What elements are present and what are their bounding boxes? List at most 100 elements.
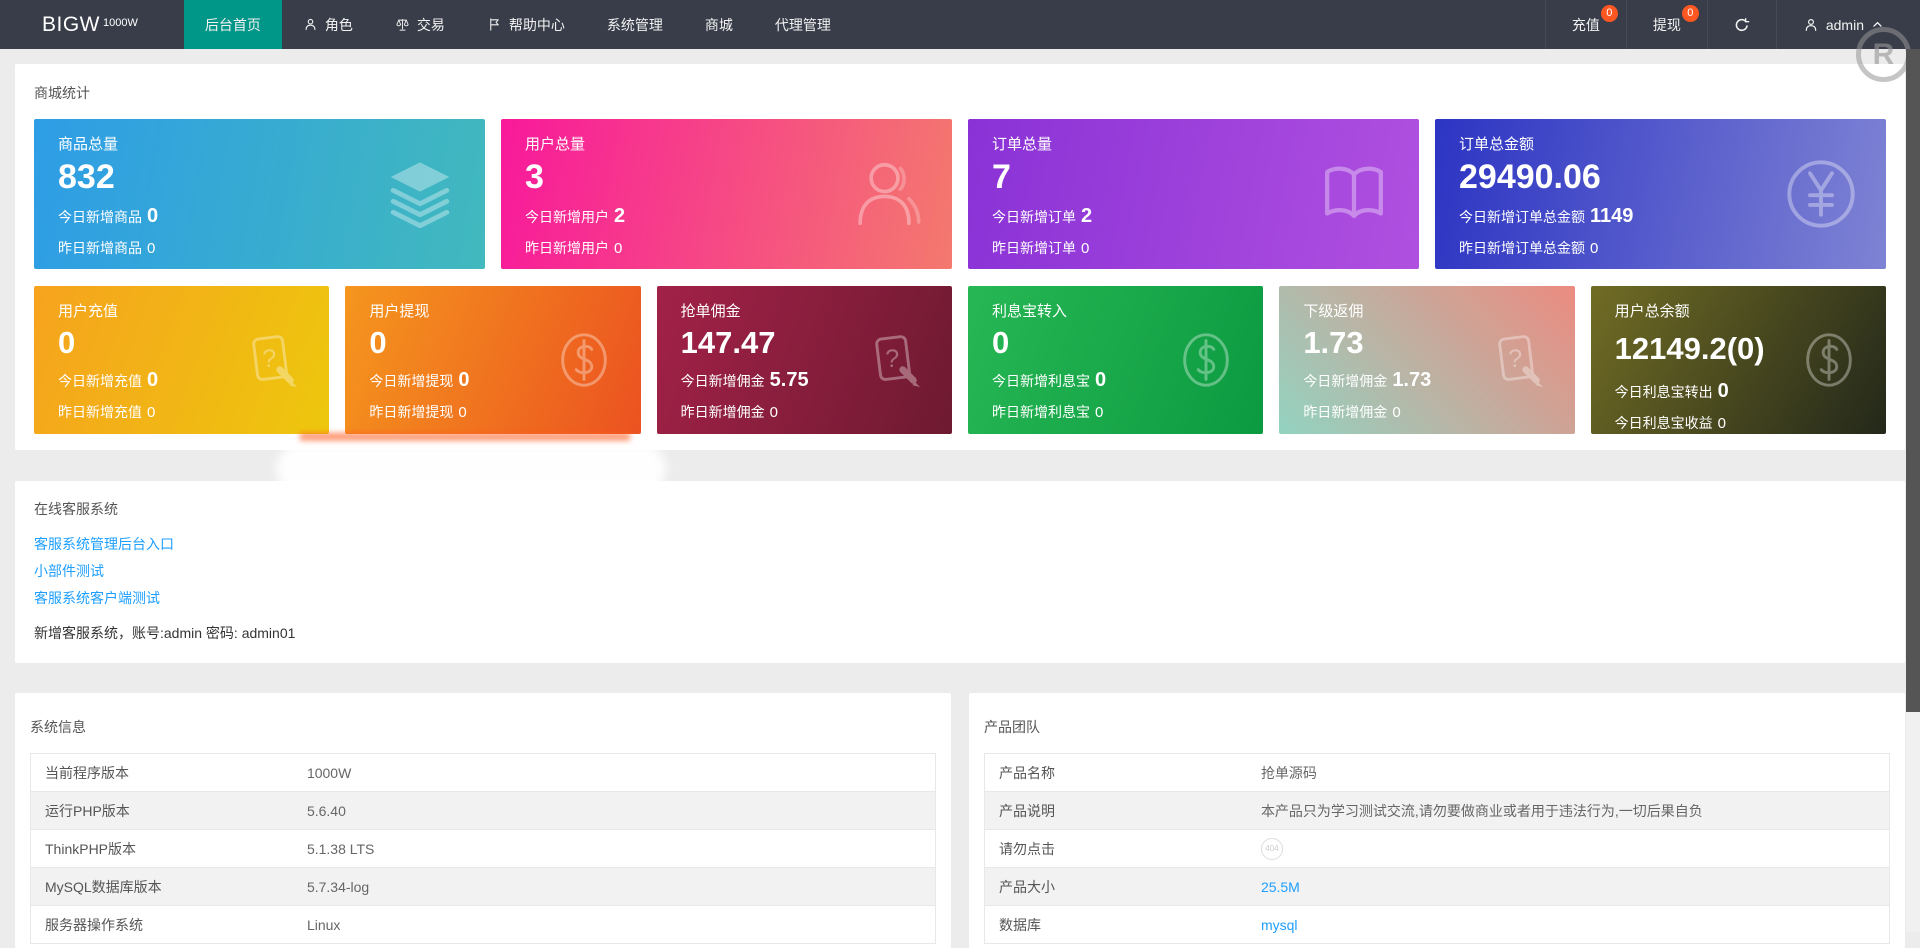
stat-card-title: 抢单佣金: [680, 303, 741, 320]
flag-icon: [487, 17, 502, 32]
stat-card-title: 利息宝转入: [991, 303, 1067, 320]
row-value: 1000W: [292, 753, 936, 792]
stat-card[interactable]: 利息宝转入 0 今日新增利息宝 0 昨日新增利息宝 0: [967, 286, 1264, 434]
stat-card-value: 832: [58, 158, 115, 196]
table-row: MySQL数据库版本 5.7.34-log: [30, 867, 936, 906]
stat-card-today: 今日新增订单总金额 1149: [1459, 204, 1634, 227]
app-logo[interactable]: BIGW 1000W: [0, 0, 184, 49]
stat-card-title: 用户提现: [369, 303, 430, 320]
table-row: 服务器操作系统 Linux: [30, 905, 936, 944]
stat-card-value: 7: [992, 158, 1011, 196]
row-value: 5.1.38 LTS: [292, 829, 936, 868]
stat-card[interactable]: 订单总金额 29490.06 今日新增订单总金额 1149 昨日新增订单总金额 0: [1435, 119, 1886, 269]
stat-card-yesterday: 昨日新增佣金 0: [680, 403, 778, 421]
stat-card[interactable]: 用户总量 3 今日新增用户 2 昨日新增用户 0: [501, 119, 952, 269]
user-menu[interactable]: admin: [1775, 0, 1910, 49]
service-link[interactable]: 客服系统管理后台入口: [34, 531, 174, 558]
stat-card-today: 今日新增订单 2: [992, 204, 1093, 227]
stat-card-yesterday: 昨日新增用户 0: [525, 239, 623, 257]
row-label: 产品说明: [984, 791, 1247, 830]
row-label: 产品名称: [984, 753, 1247, 792]
row-value: 本产品只为学习测试交流,请勿要做商业或者用于违法行为,一切后果自负: [1246, 791, 1890, 830]
stat-card-yesterday: 今日利息宝收益 0: [1614, 414, 1726, 432]
value-link[interactable]: mysql: [1261, 917, 1298, 933]
stat-card-today: 今日新增佣金 5.75: [680, 368, 809, 391]
menu-item-label: 角色: [324, 16, 353, 33]
app-logo-text: BIGW: [42, 12, 100, 36]
stat-cards-row-1: 商品总量 832 今日新增商品 0 昨日新增商品 0 用户总量 3 今日新增用户 2 …: [34, 119, 1886, 269]
row-label: 产品大小: [984, 867, 1247, 906]
stat-card-yesterday: 昨日新增佣金 0: [1303, 403, 1401, 421]
row-label: 运行PHP版本: [30, 791, 293, 830]
stat-card-title: 下级返佣: [1303, 303, 1364, 320]
stat-card-yesterday: 昨日新增订单 0: [992, 239, 1090, 257]
count-badge: 0: [1600, 5, 1618, 22]
system-info-panel: 系统信息 当前程序版本 1000W 运行PHP版本 5.6.40 ThinkPH…: [15, 693, 951, 948]
menu-item-label: 系统管理: [606, 16, 663, 33]
online-service-panel: 在线客服系统 客服系统管理后台入口 小部件测试 客服系统客户端测试 新增客服系统…: [15, 481, 1905, 663]
row-value: Linux: [292, 905, 936, 944]
table-row: 产品说明 本产品只为学习测试交流,请勿要做商业或者用于违法行为,一切后果自负: [984, 791, 1890, 830]
menu-item[interactable]: 角色: [282, 0, 374, 49]
row-label: 当前程序版本: [30, 753, 293, 792]
row-label: 服务器操作系统: [30, 905, 293, 944]
menu-item[interactable]: 帮助中心: [466, 0, 586, 49]
product-team-panel: 产品团队 产品名称 抢单源码 产品说明 本产品只为学习测试交流,请勿要做商业或者…: [969, 693, 1905, 948]
menu-item[interactable]: 交易: [374, 0, 466, 49]
stat-card-value: 0: [369, 325, 387, 360]
nav-action-label: 充值: [1571, 16, 1600, 33]
stat-card-value: 29490.06: [1459, 158, 1601, 196]
stat-card[interactable]: 商品总量 832 今日新增商品 0 昨日新增商品 0: [34, 119, 485, 269]
table-row: 数据库 mysql: [984, 905, 1890, 944]
table-row: 产品名称 抢单源码: [984, 753, 1890, 792]
table-row: 运行PHP版本 5.6.40: [30, 791, 936, 830]
stat-card[interactable]: 用户总余额 12149.2(0) 今日利息宝转出 0 今日利息宝收益 0: [1590, 286, 1886, 434]
stat-card-today: 今日新增利息宝 0: [991, 368, 1107, 391]
stat-card-today: 今日新增用户 2: [525, 204, 626, 227]
table-row: 产品大小 25.5M: [984, 867, 1890, 906]
stat-card-title: 订单总量: [992, 136, 1053, 153]
stat-card-today: 今日新增商品 0: [58, 204, 159, 227]
stat-card-value: 147.47: [680, 325, 776, 360]
menu-item[interactable]: 商城: [684, 0, 754, 49]
nav-action-button[interactable]: 提现 0: [1625, 0, 1707, 49]
panel-title: 在线客服系统: [34, 501, 118, 517]
page-scrollbar[interactable]: [1906, 49, 1920, 932]
stat-card[interactable]: 用户充值 0 今日新增充值 0 昨日新增充值 0 ?: [34, 286, 330, 434]
stat-card[interactable]: 订单总量 7 今日新增订单 2 昨日新增订单 0: [968, 119, 1419, 269]
stat-card-value: 1.73: [1303, 325, 1364, 360]
stat-card[interactable]: 抢单佣金 147.47 今日新增佣金 5.75 昨日新增佣金 0 ?: [656, 286, 952, 434]
app-logo-version: 1000W: [103, 16, 138, 29]
nav-action-button[interactable]: 充值 0: [1544, 0, 1626, 49]
stat-card-today: 今日新增佣金 1.73: [1303, 368, 1432, 391]
service-link[interactable]: 客服系统客户端测试: [34, 585, 160, 612]
mall-stats-panel: 商城统计 商品总量 832 今日新增商品 0 昨日新增商品 0 用户总量 3 今日新…: [15, 64, 1905, 450]
menu-item[interactable]: 代理管理: [754, 0, 852, 49]
user-icon: [303, 17, 318, 32]
page-content: 商城统计 商品总量 832 今日新增商品 0 昨日新增商品 0 用户总量 3 今日新…: [0, 64, 1920, 948]
row-value: 5.6.40: [292, 791, 936, 830]
table-row: 当前程序版本 1000W: [30, 753, 936, 792]
panel-title: 产品团队: [984, 719, 1040, 735]
value-link[interactable]: 25.5M: [1261, 879, 1300, 895]
scrollbar-thumb[interactable]: [1906, 49, 1920, 712]
stat-card-title: 商品总量: [58, 136, 119, 153]
broken-image-404-icon: 404: [1260, 837, 1283, 860]
stat-card[interactable]: 用户提现 0 今日新增提现 0 昨日新增提现 0: [345, 286, 641, 434]
nav-action-label: 提现: [1652, 16, 1681, 33]
menu-item-label: 后台首页: [204, 16, 261, 33]
menu-item[interactable]: 后台首页: [183, 0, 282, 49]
row-label: MySQL数据库版本: [30, 867, 293, 906]
system-info-table: 当前程序版本 1000W 运行PHP版本 5.6.40 ThinkPHP版本 5…: [30, 753, 936, 944]
menu-item-label: 帮助中心: [508, 16, 565, 33]
menu-item-label: 商城: [704, 16, 733, 33]
stat-card-value: 0: [991, 325, 1010, 360]
stat-card-yesterday: 昨日新增商品 0: [58, 239, 156, 257]
stat-card-yesterday: 昨日新增充值 0: [58, 403, 156, 421]
refresh-button[interactable]: [1706, 0, 1776, 49]
menu-item-label: 代理管理: [774, 16, 831, 33]
stat-card-today: 今日新增提现 0: [369, 368, 470, 391]
service-link[interactable]: 小部件测试: [34, 558, 104, 585]
stat-card[interactable]: 下级返佣 1.73 今日新增佣金 1.73 昨日新增佣金 0 ?: [1279, 286, 1575, 434]
menu-item[interactable]: 系统管理: [586, 0, 684, 49]
